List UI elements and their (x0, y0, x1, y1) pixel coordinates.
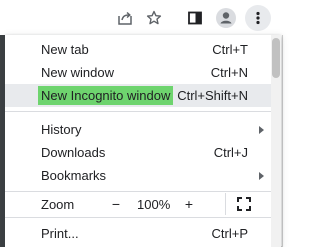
star-icon[interactable] (141, 5, 167, 31)
side-panel-icon[interactable] (182, 5, 208, 31)
menu-item-print[interactable]: Print... Ctrl+P (5, 222, 281, 245)
menu-item-history[interactable]: History (5, 118, 281, 141)
menu-item-shortcut: Ctrl+T (212, 42, 248, 57)
fullscreen-icon[interactable] (225, 193, 262, 215)
menu-item-label: Bookmarks (41, 168, 107, 183)
zoom-in-button[interactable]: + (179, 194, 199, 214)
kebab-menu-icon[interactable] (245, 5, 271, 31)
zoom-out-button[interactable]: − (106, 194, 126, 214)
submenu-arrow-icon (259, 126, 264, 134)
menu-item-downloads[interactable]: Downloads Ctrl+J (5, 141, 281, 164)
menu-item-new-window[interactable]: New window Ctrl+N (5, 61, 281, 84)
menu-item-label: New Incognito window (38, 86, 174, 105)
menu-separator (5, 217, 281, 218)
menu-item-label: Print... (41, 226, 79, 241)
scrollbar-thumb[interactable] (272, 38, 280, 78)
zoom-label: Zoom (41, 197, 75, 212)
menu-item-label: New tab (41, 42, 89, 57)
share-icon[interactable] (112, 5, 138, 31)
chrome-menu: New tab Ctrl+T New window Ctrl+N New Inc… (5, 35, 281, 247)
menu-item-shortcut: Ctrl+Shift+N (177, 88, 248, 103)
submenu-arrow-icon (259, 172, 264, 180)
menu-item-new-tab[interactable]: New tab Ctrl+T (5, 38, 281, 61)
zoom-value: 100% (137, 197, 171, 212)
menu-separator (5, 191, 281, 192)
profile-icon[interactable] (213, 5, 239, 31)
menu-item-bookmarks[interactable]: Bookmarks (5, 164, 281, 187)
menu-item-new-incognito-window[interactable]: New Incognito window Ctrl+Shift+N (5, 84, 281, 107)
menu-item-shortcut: Ctrl+P (211, 226, 248, 241)
browser-toolbar (0, 0, 283, 35)
menu-item-shortcut: Ctrl+J (213, 145, 248, 160)
zoom-row: Zoom − 100% + (5, 193, 281, 215)
menu-item-label: History (41, 122, 82, 137)
menu-item-shortcut: Ctrl+N (210, 65, 248, 80)
menu-separator (5, 111, 281, 112)
menu-item-label: New window (41, 65, 114, 80)
menu-item-label: Downloads (41, 145, 106, 160)
